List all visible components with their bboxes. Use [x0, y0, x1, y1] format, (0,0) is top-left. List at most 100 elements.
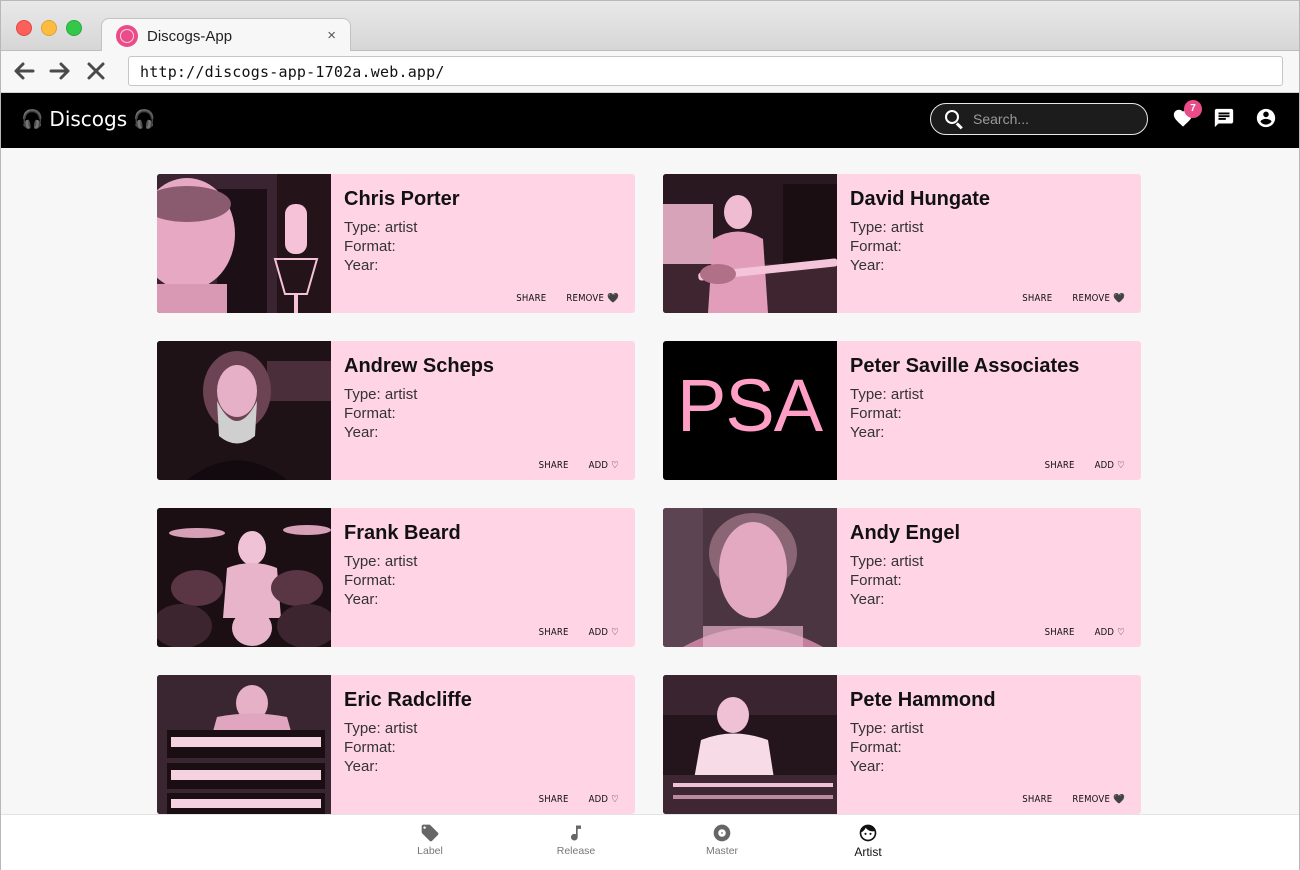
forward-arrow-icon[interactable] — [47, 58, 73, 84]
artist-photo — [157, 675, 331, 814]
address-bar[interactable]: http://discogs-app-1702a.web.app/ — [128, 56, 1283, 86]
account-circle-icon[interactable] — [1255, 107, 1277, 129]
favorites-count-badge: 7 — [1184, 100, 1202, 118]
artist-card: Pete Hammond Type: artist Format: Year: … — [663, 675, 1141, 814]
tag-icon — [421, 824, 439, 842]
share-button[interactable]: SHARE — [539, 627, 569, 638]
search-input[interactable] — [973, 110, 1138, 128]
share-button[interactable]: SHARE — [1045, 627, 1075, 638]
artist-type: Type: artist — [344, 219, 418, 236]
url-text: http://discogs-app-1702a.web.app/ — [140, 63, 445, 81]
artist-type: Type: artist — [344, 553, 418, 570]
artist-format: Format: — [344, 572, 396, 589]
artist-format: Format: — [850, 405, 902, 422]
artist-year: Year: — [850, 591, 885, 608]
tab-title: Discogs-App — [147, 28, 233, 45]
share-button[interactable]: SHARE — [539, 460, 569, 471]
maximize-window-button[interactable] — [66, 20, 82, 36]
artist-year: Year: — [344, 424, 379, 441]
favorite-toggle-button[interactable]: ADD ♡ — [1095, 460, 1125, 471]
artist-card: Andrew Scheps Type: artist Format: Year:… — [157, 341, 635, 480]
artist-name[interactable]: David Hungate — [850, 188, 990, 211]
share-button[interactable]: SHARE — [516, 293, 546, 304]
favorite-toggle-button[interactable]: ADD ♡ — [1095, 627, 1125, 638]
artist-name[interactable]: Andy Engel — [850, 522, 960, 545]
artist-type: Type: artist — [850, 553, 924, 570]
artist-name[interactable]: Eric Radcliffe — [344, 689, 472, 712]
artist-card: Chris Porter Type: artist Format: Year: … — [157, 174, 635, 313]
headphones-icon: 🎧 — [21, 108, 44, 130]
card-actions: SHARE REMOVE 🖤 — [516, 293, 619, 304]
app-header: 🎧 Discogs 🎧 — [1, 93, 1299, 148]
artist-format: Format: — [850, 739, 902, 756]
brand-name: Discogs — [49, 107, 128, 131]
browser-window: Discogs-App × http://discogs-app-1702a.w… — [0, 0, 1300, 870]
artist-name[interactable]: Chris Porter — [344, 188, 460, 211]
artist-photo — [157, 508, 331, 647]
share-button[interactable]: SHARE — [1045, 460, 1075, 471]
music-note-icon — [571, 825, 581, 841]
artist-photo — [663, 508, 837, 647]
close-window-button[interactable] — [16, 20, 32, 36]
nav-label: Master — [705, 845, 739, 857]
favorite-toggle-button[interactable]: ADD ♡ — [589, 627, 619, 638]
artist-photo — [663, 174, 837, 313]
favorite-toggle-button[interactable]: REMOVE 🖤 — [566, 293, 619, 304]
back-arrow-icon[interactable] — [11, 58, 37, 84]
artist-name[interactable]: Frank Beard — [344, 522, 461, 545]
artist-format: Format: — [344, 739, 396, 756]
artist-year: Year: — [850, 424, 885, 441]
share-button[interactable]: SHARE — [1022, 794, 1052, 805]
artist-name[interactable]: Pete Hammond — [850, 689, 996, 712]
share-button[interactable]: SHARE — [1022, 293, 1052, 304]
card-actions: SHARE REMOVE 🖤 — [1022, 794, 1125, 805]
nav-item-master[interactable]: Master — [687, 823, 757, 857]
tab-close-icon[interactable]: × — [327, 27, 336, 44]
favorite-toggle-button[interactable]: ADD ♡ — [589, 460, 619, 471]
nav-label: Release — [556, 845, 596, 857]
artist-card: PSA Peter Saville Associates Type: artis… — [663, 341, 1141, 480]
card-actions: SHARE ADD ♡ — [1045, 460, 1125, 471]
browser-tab[interactable]: Discogs-App × — [101, 18, 351, 52]
nav-label: Label — [417, 845, 443, 857]
artist-year: Year: — [344, 758, 379, 775]
nav-item-release[interactable]: Release — [541, 823, 611, 857]
minimize-window-button[interactable] — [41, 20, 57, 36]
search-box[interactable] — [930, 103, 1148, 135]
artist-card: Eric Radcliffe Type: artist Format: Year… — [157, 675, 635, 814]
browser-toolbar: http://discogs-app-1702a.web.app/ — [1, 51, 1299, 93]
psa-logo-text: PSA — [677, 364, 823, 447]
favorite-toggle-button[interactable]: REMOVE 🖤 — [1072, 794, 1125, 805]
artist-type: Type: artist — [850, 720, 924, 737]
card-actions: SHARE ADD ♡ — [539, 460, 619, 471]
nav-label: Artist — [854, 845, 882, 859]
chat-icon[interactable] — [1213, 107, 1235, 129]
favorite-toggle-button[interactable]: ADD ♡ — [589, 794, 619, 805]
artist-name[interactable]: Peter Saville Associates — [850, 355, 1079, 378]
artist-year: Year: — [850, 257, 885, 274]
artist-format: Format: — [344, 405, 396, 422]
artist-type: Type: artist — [344, 386, 418, 403]
face-icon — [859, 824, 877, 842]
artist-type: Type: artist — [850, 386, 924, 403]
bottom-navigation: Label Release Master Artist — [1, 814, 1299, 870]
card-actions: SHARE ADD ♡ — [539, 627, 619, 638]
artist-name[interactable]: Andrew Scheps — [344, 355, 494, 378]
artist-card: Andy Engel Type: artist Format: Year: SH… — [663, 508, 1141, 647]
favorite-toggle-button[interactable]: REMOVE 🖤 — [1072, 293, 1125, 304]
nav-item-label[interactable]: Label — [395, 823, 465, 857]
nav-item-artist[interactable]: Artist — [833, 823, 903, 859]
brand-logo[interactable]: 🎧 Discogs 🎧 — [21, 107, 156, 131]
artist-format: Format: — [344, 238, 396, 255]
search-icon — [945, 110, 959, 124]
stop-loading-icon[interactable] — [83, 58, 109, 84]
artist-year: Year: — [344, 591, 379, 608]
share-button[interactable]: SHARE — [539, 794, 569, 805]
artist-format: Format: — [850, 238, 902, 255]
card-actions: SHARE ADD ♡ — [1045, 627, 1125, 638]
artist-year: Year: — [850, 758, 885, 775]
artist-format: Format: — [850, 572, 902, 589]
artist-photo: PSA — [663, 341, 837, 480]
artist-photo — [157, 174, 331, 313]
disc-icon — [713, 824, 731, 842]
